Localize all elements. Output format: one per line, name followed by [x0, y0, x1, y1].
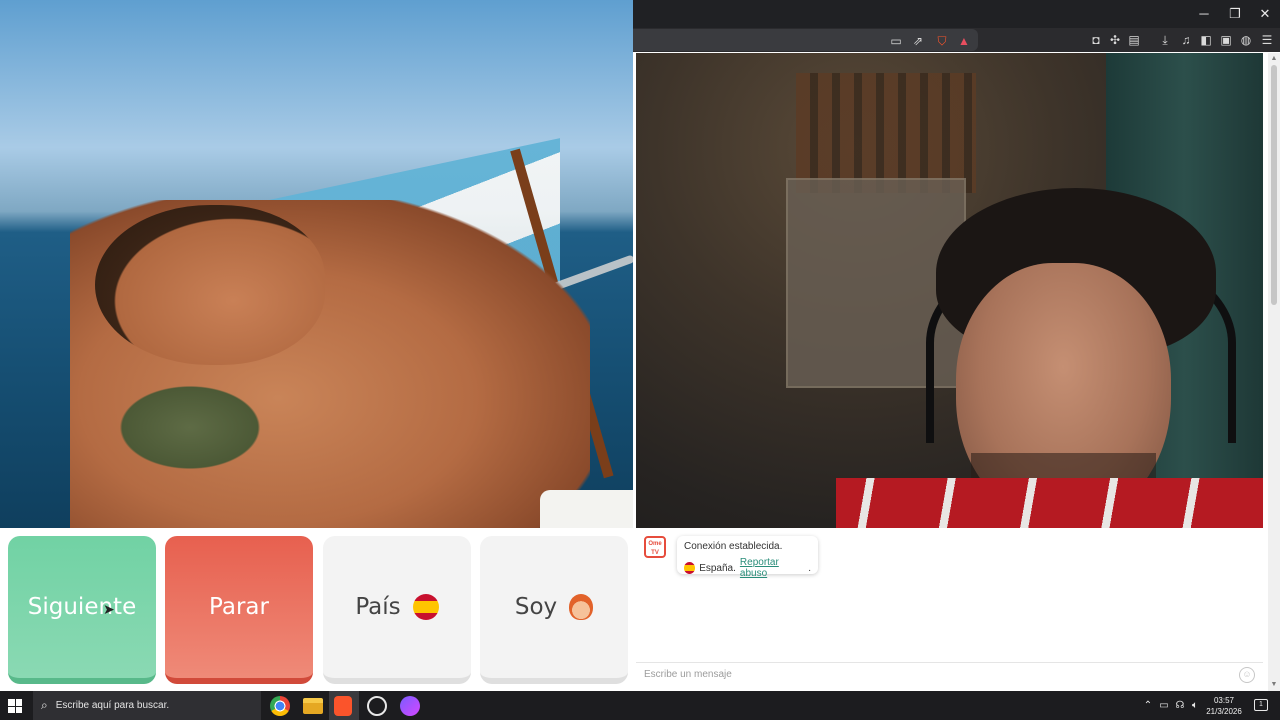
- gender-button-label: Soy: [514, 594, 558, 620]
- screen: ─ ❐ ✕ ▭ ⇗ ⛉ ▲ ◘ ✣ ▤ ⤓ ♫ ◧ ▣ ◍ ☰ ▲ ▼ Sigu…: [0, 0, 1280, 720]
- message-placeholder: Escribe un mensaje: [644, 669, 732, 680]
- extension-icon[interactable]: ◘: [1088, 32, 1104, 48]
- search-icon: ⌕: [41, 698, 48, 712]
- chat-panel: Ome TV Conexión establecida. España. Rep…: [636, 528, 1263, 691]
- spain-flag-icon: [412, 594, 439, 620]
- volume-icon[interactable]: 🔈︎: [1188, 699, 1202, 713]
- clock-time: 03:57: [1213, 696, 1235, 705]
- taskbar-search[interactable]: ⌕ Escribe aquí para buscar.: [33, 691, 261, 720]
- video-person-head: [95, 205, 325, 365]
- cast-icon[interactable]: ▭: [888, 33, 904, 49]
- boy-avatar-icon: [569, 594, 594, 620]
- connection-status: Conexión establecida.: [684, 541, 783, 552]
- partner-country: España.: [699, 562, 736, 574]
- address-bar[interactable]: ▭ ⇗ ⛉ ▲: [633, 29, 978, 51]
- video-fence: [796, 73, 976, 193]
- network-icon[interactable]: ▭: [1157, 699, 1171, 713]
- media-icon[interactable]: ♫: [1178, 32, 1194, 48]
- notification-icon[interactable]: 1: [1254, 699, 1268, 711]
- minimize-button[interactable]: ─: [1189, 4, 1219, 24]
- download-icon[interactable]: ⤓: [1157, 32, 1173, 48]
- video-shirt: [836, 478, 1263, 528]
- restore-button[interactable]: ❐: [1220, 4, 1250, 24]
- sidebar-icon[interactable]: ◧: [1198, 32, 1214, 48]
- country-button-label: País: [355, 594, 401, 620]
- emoji-icon[interactable]: ☺: [1239, 667, 1255, 683]
- browser-titlebar: ─ ❐ ✕: [633, 0, 1280, 28]
- next-button-label: Siguiente: [27, 594, 137, 620]
- windows-taskbar: ⌕ Escribe aquí para buscar. ⌃ ▭ ☊ 🔈︎ 03:…: [0, 691, 1280, 720]
- country-button[interactable]: País: [323, 536, 471, 684]
- brave-browser-icon[interactable]: [334, 696, 352, 716]
- mouse-cursor-icon: ➤: [103, 601, 115, 617]
- spain-flag-small-icon: [684, 562, 696, 574]
- system-message: Conexión establecida. España. Reportar a…: [677, 536, 818, 579]
- next-button[interactable]: Siguiente: [8, 536, 156, 684]
- report-abuse-link[interactable]: Reportar abuso: [740, 557, 804, 579]
- brave-shield-icon[interactable]: ⛉: [934, 33, 950, 49]
- brave-rewards-icon[interactable]: ▲: [956, 33, 972, 49]
- messenger-icon[interactable]: [400, 696, 420, 716]
- scroll-thumb[interactable]: [1271, 65, 1277, 305]
- menu-icon[interactable]: ☰: [1259, 32, 1275, 48]
- message-input[interactable]: Escribe un mensaje ☺: [636, 662, 1263, 688]
- gender-button[interactable]: Soy: [480, 536, 628, 684]
- obs-icon[interactable]: [367, 696, 387, 716]
- scroll-down-icon[interactable]: ▼: [1270, 681, 1278, 689]
- chrome-icon[interactable]: [270, 696, 290, 716]
- page-scrollbar[interactable]: ▲ ▼: [1268, 53, 1280, 691]
- scroll-up-icon[interactable]: ▲: [1270, 55, 1278, 63]
- puzzle-icon[interactable]: ✣: [1107, 32, 1123, 48]
- headphones-icon[interactable]: ☊: [1173, 699, 1187, 713]
- file-explorer-icon[interactable]: [303, 698, 323, 714]
- chat-controls: Siguiente Parar País Soy: [0, 528, 634, 691]
- taskbar-search-placeholder: Escribe aquí para buscar.: [55, 700, 170, 711]
- video-tattoo: [110, 380, 270, 475]
- vpn-icon[interactable]: ◍: [1238, 32, 1254, 48]
- taskbar-clock[interactable]: 03:57 21/3/2026: [1201, 695, 1247, 717]
- report-suffix: .: [808, 562, 811, 574]
- tray-chevron-icon[interactable]: ⌃: [1141, 699, 1155, 713]
- tab-search-icon[interactable]: ▤: [1126, 32, 1142, 48]
- stop-button[interactable]: Parar: [165, 536, 313, 684]
- self-video: [636, 53, 1263, 528]
- ometv-logo-icon: Ome TV: [644, 536, 666, 558]
- close-button[interactable]: ✕: [1250, 4, 1280, 24]
- browser-toolbar: ▭ ⇗ ⛉ ▲ ◘ ✣ ▤ ⤓ ♫ ◧ ▣ ◍ ☰: [633, 28, 1280, 52]
- clock-date: 21/3/2026: [1206, 707, 1242, 716]
- share-icon[interactable]: ⇗: [910, 33, 926, 49]
- wallet-icon[interactable]: ▣: [1218, 32, 1234, 48]
- partner-video: [0, 0, 633, 528]
- video-boat: [540, 490, 633, 528]
- windows-start-icon[interactable]: [8, 699, 22, 713]
- stop-button-label: Parar: [209, 594, 269, 620]
